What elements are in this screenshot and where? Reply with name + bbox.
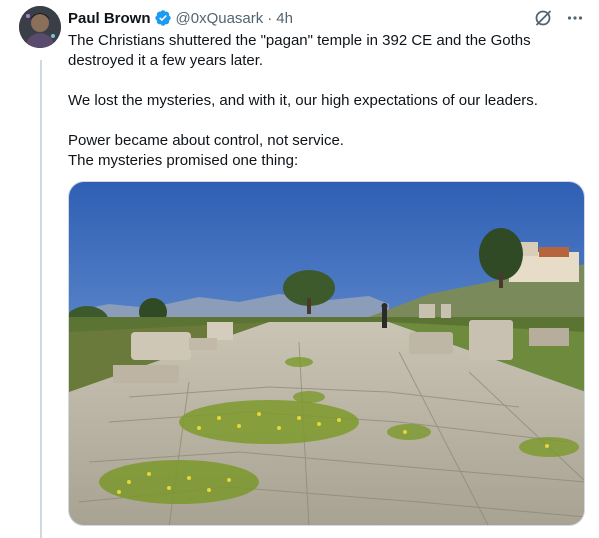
tweet-photo[interactable] <box>68 181 585 526</box>
tweet-text-line: destroyed it a few years later. <box>68 52 264 69</box>
tweet-time[interactable]: 4h <box>276 10 293 27</box>
author-handle[interactable]: @0xQuasark <box>176 10 264 27</box>
tweet-text-line: The Christians shuttered the "pagan" tem… <box>68 32 531 49</box>
thread-line <box>40 60 42 538</box>
more-icon[interactable] <box>565 8 585 28</box>
ruins-photo <box>69 182 584 525</box>
tweet-text-line: The mysteries promised one thing: <box>68 152 299 169</box>
author-name[interactable]: Paul Brown <box>68 10 151 27</box>
grok-icon[interactable] <box>533 8 553 28</box>
avatar-image <box>19 6 61 48</box>
tweet-header: Paul Brown @0xQuasark · 4h <box>68 7 585 29</box>
avatar[interactable] <box>19 6 61 48</box>
tweet-text-line: Power became about control, not service. <box>68 132 344 149</box>
verified-badge-icon <box>154 9 172 27</box>
tweet-text-line: We lost the mysteries, and with it, our … <box>68 92 538 109</box>
tweet-text: The Christians shuttered the "pagan" tem… <box>68 31 588 171</box>
separator-dot: · <box>267 9 273 27</box>
